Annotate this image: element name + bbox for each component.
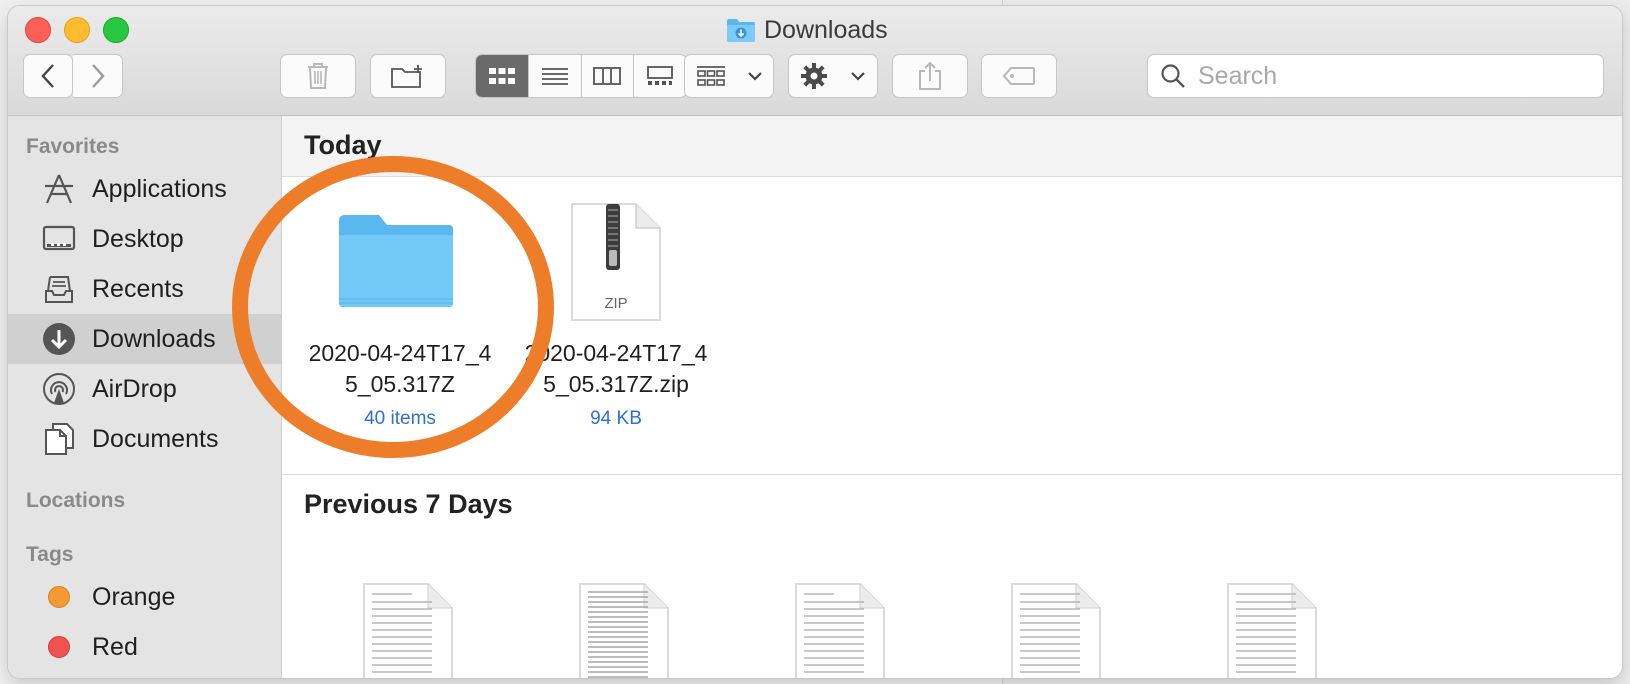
new-folder-icon — [391, 65, 422, 88]
document-thumbnail-icon[interactable] — [794, 582, 886, 678]
search-input[interactable] — [1196, 60, 1580, 92]
group-by-button[interactable] — [684, 54, 774, 98]
share-icon — [919, 61, 941, 90]
edit-tags-button[interactable] — [981, 54, 1057, 98]
column-view-button[interactable] — [582, 55, 635, 97]
trash-icon — [308, 63, 328, 89]
list-view-icon — [541, 68, 568, 85]
new-folder-button[interactable] — [370, 54, 446, 98]
file-name-line2: 5_05.317Z.zip — [543, 371, 689, 397]
group-header-previous-7-days: Previous 7 Days — [282, 474, 1622, 535]
gallery-view-icon — [647, 66, 674, 85]
chevron-down-icon — [851, 72, 865, 81]
tag-icon — [1002, 67, 1035, 85]
document-thumbnail-icon[interactable] — [578, 582, 670, 678]
icon-view-icon — [488, 68, 515, 84]
recents-icon — [42, 272, 76, 306]
sidebar-section-tags: Tags — [26, 543, 74, 566]
sidebar-item-label: Downloads — [92, 324, 216, 353]
gallery-view-button[interactable] — [634, 55, 686, 97]
red-tag-dot — [48, 636, 70, 658]
move-to-trash-button[interactable] — [280, 54, 356, 98]
sidebar-section-locations: Locations — [26, 489, 126, 512]
sidebar-item-label: Documents — [92, 424, 219, 453]
search-icon — [1161, 64, 1185, 88]
toolbar: Downloads — [8, 6, 1622, 116]
group-title: Previous 7 Days — [304, 489, 513, 519]
window-title: Downloads — [726, 14, 888, 46]
zip-badge: ZIP — [604, 295, 627, 312]
chevron-down-icon — [747, 72, 762, 81]
sidebar-item-documents[interactable]: Documents — [8, 414, 281, 464]
orange-tag-dot — [48, 586, 70, 608]
view-mode-control — [475, 54, 687, 98]
document-thumbnail-icon[interactable] — [1226, 582, 1318, 678]
sidebar-item-label: AirDrop — [92, 374, 177, 403]
sidebar-item-label: Desktop — [92, 224, 184, 253]
downloads-icon — [42, 322, 76, 356]
share-button[interactable] — [892, 54, 968, 98]
sidebar-item-label: Applications — [92, 174, 227, 203]
group-title: Today — [304, 130, 382, 160]
highlight-circle-annotation — [232, 156, 554, 458]
sidebar-tag-label: Orange — [92, 582, 176, 611]
desktop-icon — [42, 222, 76, 256]
group-icon — [696, 66, 725, 86]
minimize-button[interactable] — [64, 17, 90, 43]
sidebar-item-label: Recents — [92, 274, 184, 303]
search-field[interactable] — [1147, 54, 1604, 98]
chevron-left-icon — [41, 64, 54, 88]
zoom-button[interactable] — [103, 17, 129, 43]
sidebar-tag-red[interactable]: Red — [8, 622, 281, 672]
sidebar-item-applications[interactable]: Applications — [8, 164, 281, 214]
list-view-button[interactable] — [529, 55, 582, 97]
close-button[interactable] — [25, 17, 51, 43]
file-meta: 94 KB — [590, 408, 642, 429]
column-view-icon — [593, 67, 622, 85]
applications-icon — [42, 172, 76, 206]
group-header-today: Today — [282, 116, 1622, 177]
sidebar-tag-orange[interactable]: Orange — [8, 572, 281, 622]
document-thumbnail-icon[interactable] — [362, 582, 454, 678]
action-button[interactable] — [788, 54, 878, 98]
forward-button[interactable] — [73, 54, 123, 98]
sidebar-item-airdrop[interactable]: AirDrop — [8, 364, 281, 414]
finder-window: Downloads Search Favorites Applications … — [8, 6, 1622, 678]
sidebar: Favorites Applications Desktop Recents D… — [8, 116, 282, 678]
gear-icon — [801, 63, 827, 89]
sidebar-section-favorites: Favorites — [26, 135, 120, 158]
document-thumbnail-icon[interactable] — [1010, 582, 1102, 678]
sidebar-tag-label: Red — [92, 632, 138, 661]
airdrop-icon — [42, 372, 76, 406]
back-button[interactable] — [23, 54, 73, 98]
downloads-folder-icon — [727, 19, 755, 42]
documents-icon — [42, 422, 76, 456]
zip-archive-icon: ZIP — [571, 203, 661, 321]
icon-view-button[interactable] — [476, 55, 529, 97]
chevron-right-icon — [91, 64, 105, 88]
window-title-text: Downloads — [764, 15, 888, 44]
